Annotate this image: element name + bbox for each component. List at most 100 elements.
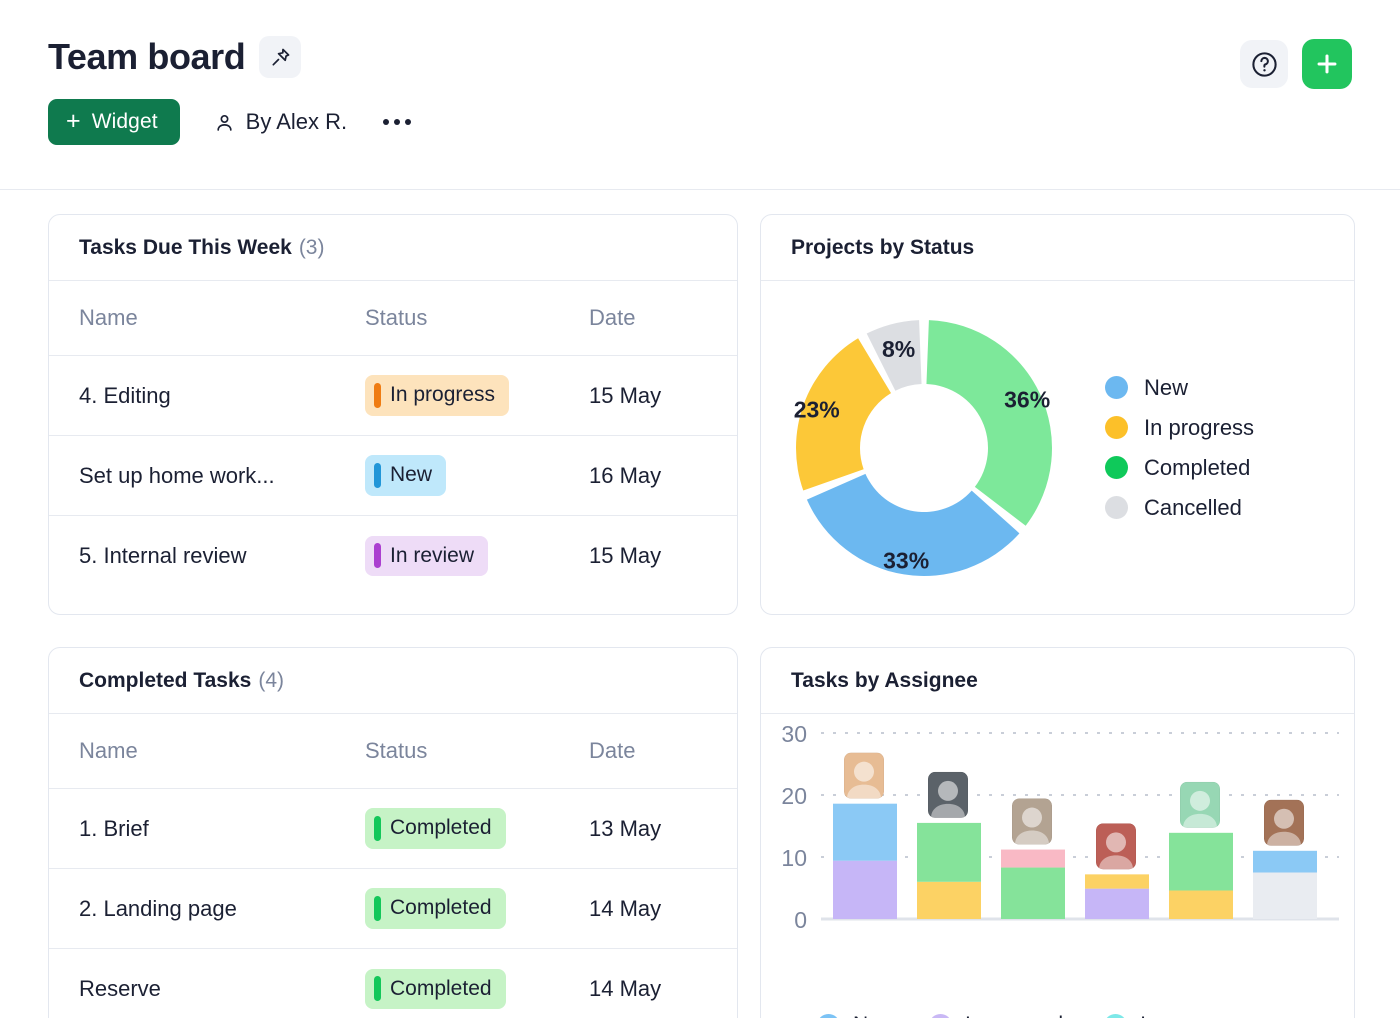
cell-date: 15 May (589, 516, 738, 596)
pin-icon-button[interactable] (259, 36, 301, 78)
column-header-name[interactable]: Name (49, 281, 365, 356)
donut-slice-label: 33% (883, 547, 929, 573)
legend-item[interactable]: New (1105, 368, 1254, 408)
status-bar (374, 896, 381, 921)
completed-tasks-table: Name Status Date 1. Brief Completed 13 M… (49, 714, 738, 1018)
legend-swatch (1104, 1014, 1127, 1018)
bar-segment[interactable] (1253, 873, 1317, 920)
cell-status: Completed (365, 869, 589, 949)
add-widget-button[interactable]: + Widget (48, 99, 180, 145)
cell-name: 4. Editing (49, 356, 365, 436)
assignee-avatar[interactable] (928, 772, 968, 818)
status-badge[interactable]: Completed (365, 808, 506, 848)
header-right-actions (1240, 39, 1352, 89)
table-row[interactable]: 4. Editing In progress 15 May (49, 356, 738, 436)
question-circle-icon (1250, 50, 1279, 79)
status-badge[interactable]: Completed (365, 969, 506, 1009)
completed-tasks-rows: 1. Brief Completed 13 May 2. Landing pag… (49, 789, 738, 1018)
assignee-avatar[interactable] (844, 753, 884, 799)
status-badge[interactable]: New (365, 455, 446, 495)
legend-label: New (1144, 375, 1188, 401)
table-header-row: Name Status Date (49, 714, 738, 789)
page-header: Team board + Widget By Alex R. (0, 0, 1400, 190)
legend-item[interactable]: In progress (1104, 1013, 1245, 1018)
assignee-avatar[interactable] (1012, 799, 1052, 845)
legend-swatch (1105, 416, 1128, 439)
bar-segment[interactable] (833, 861, 897, 919)
legend-item[interactable]: In research (929, 1013, 1070, 1018)
more-horizontal-icon[interactable] (381, 113, 413, 131)
cell-status: New (365, 436, 589, 516)
legend-item[interactable]: Completed (1105, 448, 1254, 488)
table-row[interactable]: 1. Brief Completed 13 May (49, 789, 738, 869)
legend-swatch (1105, 496, 1128, 519)
card-header: Completed Tasks (4) (49, 648, 737, 714)
bar-segment[interactable] (1001, 850, 1065, 868)
bar-segment[interactable] (917, 823, 981, 882)
column-header-status[interactable]: Status (365, 281, 589, 356)
legend-item[interactable]: In progress (1105, 408, 1254, 448)
column-header-date[interactable]: Date (589, 714, 738, 789)
table-row[interactable]: Set up home work... New 16 May (49, 436, 738, 516)
cell-status: In progress (365, 356, 589, 436)
cell-name: Reserve (49, 949, 365, 1018)
bar-chart-body: 0102030 New In research In progress (761, 714, 1354, 1018)
donut-chart-body: 36%33%23%8% New In progress Completed C (761, 281, 1354, 614)
legend-item[interactable]: Cancelled (1105, 488, 1254, 528)
column-header-date[interactable]: Date (589, 281, 738, 356)
status-label: Completed (390, 895, 492, 921)
column-header-name[interactable]: Name (49, 714, 365, 789)
bar-segment[interactable] (1169, 890, 1233, 919)
card-tasks-due-this-week: Tasks Due This Week (3) Name Status Date… (48, 214, 738, 615)
table-row[interactable]: Reserve Completed 14 May (49, 949, 738, 1018)
column-header-status[interactable]: Status (365, 714, 589, 789)
donut-chart[interactable]: 36%33%23%8% (779, 303, 1069, 593)
legend-label: Cancelled (1144, 495, 1242, 521)
tasks-due-rows: 4. Editing In progress 15 May Set up hom… (49, 356, 738, 596)
bar-segment[interactable] (1253, 851, 1317, 873)
table-row[interactable]: 2. Landing page Completed 14 May (49, 869, 738, 949)
bar-segment[interactable] (1085, 874, 1149, 888)
plus-glyph: + (66, 109, 81, 134)
donut-slice[interactable] (926, 320, 1052, 526)
bar-segment[interactable] (833, 804, 897, 861)
assignee-avatar[interactable] (1180, 782, 1220, 828)
assignee-avatar[interactable] (1264, 800, 1304, 846)
cell-date: 16 May (589, 436, 738, 516)
card-header: Tasks by Assignee (761, 648, 1354, 714)
status-bar (374, 383, 381, 408)
status-bar (374, 463, 381, 488)
donut-legend: New In progress Completed Cancelled (1105, 368, 1254, 528)
legend-item[interactable]: New (817, 1013, 895, 1018)
y-axis-tick-labels: 0102030 (781, 721, 807, 933)
page-title: Team board (48, 38, 245, 76)
add-button[interactable] (1302, 39, 1352, 89)
bar-segment[interactable] (1169, 833, 1233, 891)
status-badge[interactable]: Completed (365, 888, 506, 928)
pin-icon (269, 46, 292, 69)
y-tick-label: 10 (781, 845, 807, 871)
table-row[interactable]: 5. Internal review In review 15 May (49, 516, 738, 596)
board-author[interactable]: By Alex R. (214, 109, 347, 135)
bar-chart[interactable]: 0102030 (761, 714, 1354, 994)
cell-name: 2. Landing page (49, 869, 365, 949)
bar-segment[interactable] (917, 882, 981, 919)
legend-label: In progress (1140, 1013, 1245, 1018)
cell-name: Set up home work... (49, 436, 365, 516)
legend-swatch (929, 1014, 952, 1018)
status-badge[interactable]: In progress (365, 375, 509, 415)
bar-segment[interactable] (1085, 889, 1149, 919)
cell-date: 13 May (589, 789, 738, 869)
widget-board: Tasks Due This Week (3) Name Status Date… (0, 190, 1400, 1018)
status-badge[interactable]: In review (365, 536, 488, 576)
assignee-avatar[interactable] (1096, 823, 1136, 869)
card-tasks-by-assignee: Tasks by Assignee 0102030 New (760, 647, 1355, 1018)
header-actions: + Widget By Alex R. (48, 99, 1352, 145)
card-completed-tasks: Completed Tasks (4) Name Status Date 1. … (48, 647, 738, 1018)
bar-segment[interactable] (1001, 868, 1065, 919)
help-button[interactable] (1240, 40, 1288, 88)
status-label: In review (390, 543, 474, 569)
y-tick-label: 20 (781, 783, 807, 809)
cell-date: 14 May (589, 869, 738, 949)
tasks-due-table: Name Status Date 4. Editing In progress … (49, 281, 738, 596)
